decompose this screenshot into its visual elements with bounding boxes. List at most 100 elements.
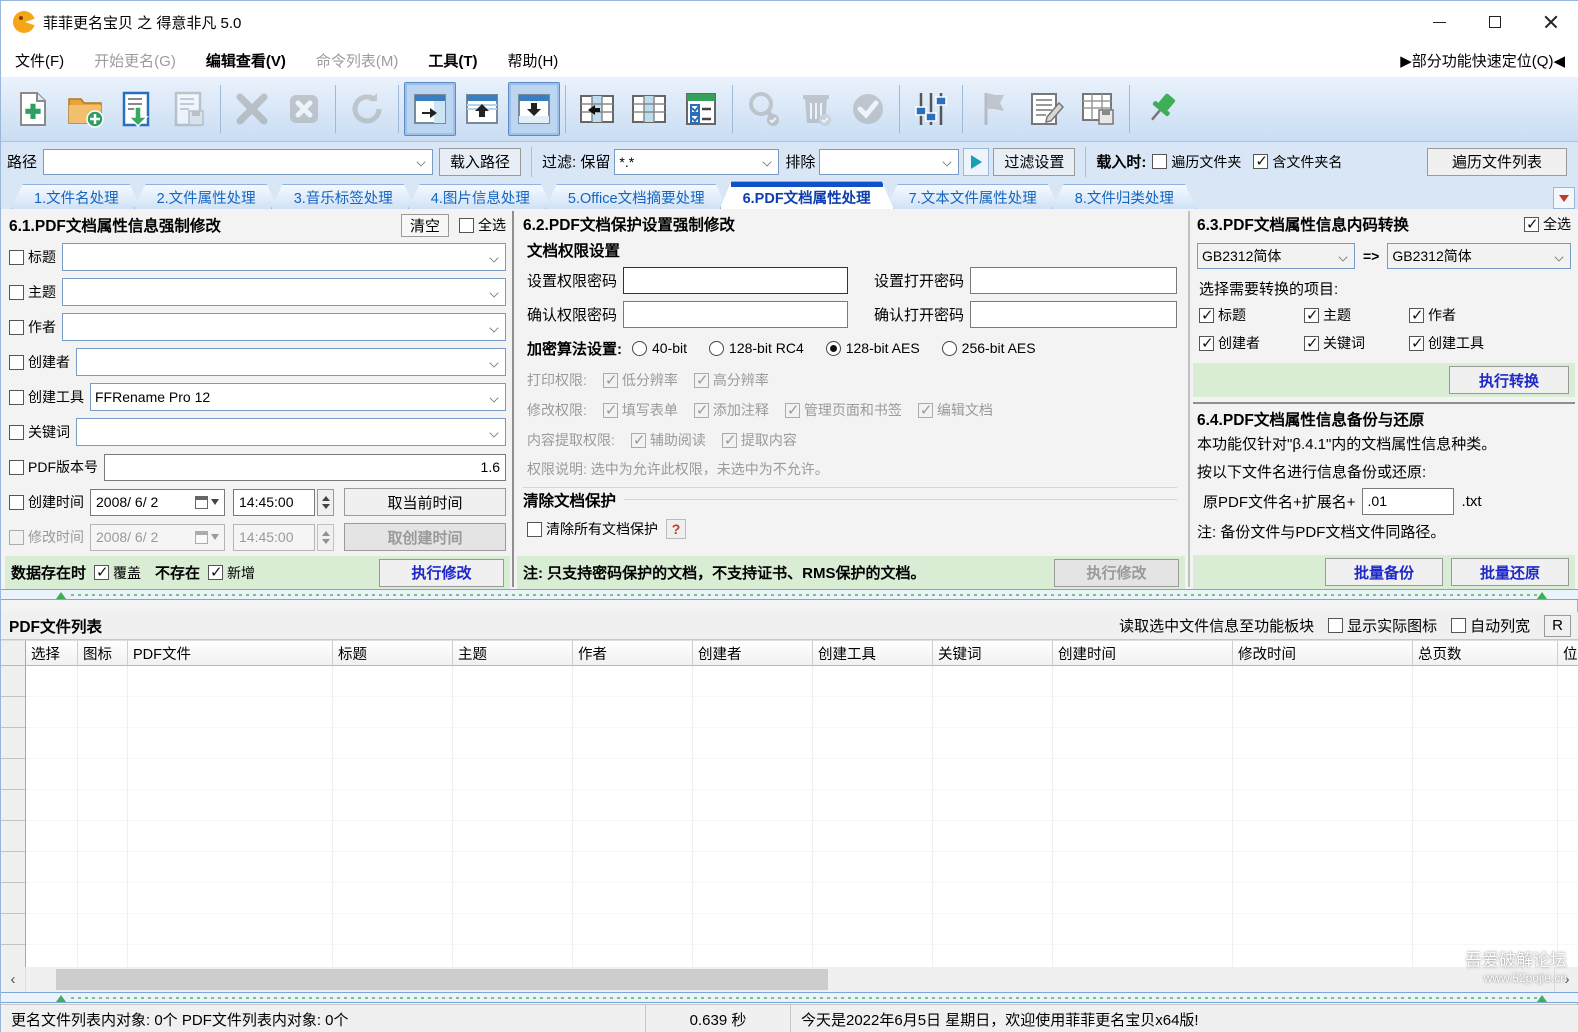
column-keywords[interactable]: 关键词 (933, 640, 1053, 666)
collapse-arrow-icon[interactable] (56, 592, 66, 599)
modify-date-picker[interactable]: 2008/ 6/ 2 (90, 524, 225, 551)
print-high-checkbox[interactable]: 高分辨率 (694, 370, 769, 390)
menu-tools[interactable]: 工具(T) (428, 50, 477, 71)
creator-tool-field-checkbox[interactable]: 创建工具 (9, 387, 84, 407)
fill-form-checkbox[interactable]: 填写表单 (603, 400, 678, 420)
create-time-checkbox[interactable]: 创建时间 (9, 492, 84, 512)
column-location[interactable]: 位置 (1558, 640, 1578, 666)
convert-creator-checkbox[interactable]: 创建者 (1199, 333, 1304, 353)
menu-help[interactable]: 帮助(H) (507, 50, 558, 71)
menu-edit-view[interactable]: 编辑查看(V) (206, 50, 286, 71)
convert-creator-tool-checkbox[interactable]: 创建工具 (1409, 333, 1484, 353)
author-field-checkbox[interactable]: 作者 (9, 317, 56, 337)
convert-title-checkbox[interactable]: 标题 (1199, 305, 1304, 325)
set-open-pwd-input[interactable] (970, 267, 1177, 294)
creator-field-checkbox[interactable]: 创建者 (9, 352, 70, 372)
creator-combobox[interactable] (76, 348, 506, 376)
move-column-left-button[interactable] (571, 82, 623, 136)
confirm-perm-pwd-input[interactable] (623, 301, 848, 328)
tab-text-file-attrs[interactable]: 7.文本文件属性处理 (886, 184, 1060, 209)
export-table-button[interactable] (1072, 82, 1124, 136)
modify-time-stepper[interactable] (317, 524, 334, 551)
auto-column-width-checkbox[interactable]: 自动列宽 (1451, 615, 1530, 636)
horizontal-splitter[interactable] (1, 589, 1578, 600)
panel-splitter[interactable] (512, 211, 514, 587)
load-path-button[interactable]: 载入路径 (439, 148, 521, 176)
keywords-field-checkbox[interactable]: 关键词 (9, 422, 70, 442)
add-file-button[interactable] (7, 82, 59, 136)
tab-file-classify[interactable]: 8.文件归类处理 (1052, 184, 1197, 209)
column-create-time[interactable]: 创建时间 (1053, 640, 1233, 666)
horizontal-scrollbar[interactable]: ‹ › (1, 967, 1578, 992)
tab-pdf-attrs[interactable]: 6.PDF文档属性处理 (720, 181, 894, 209)
backup-suffix-input[interactable]: .01 (1362, 488, 1454, 515)
collapse-arrow-icon[interactable] (1537, 592, 1547, 599)
column-select[interactable]: 选择 (26, 640, 78, 666)
radio-128bit-rc4[interactable]: 128-bit RC4 (709, 340, 804, 356)
menu-start-rename[interactable]: 开始更名(G) (94, 50, 176, 71)
help-button[interactable]: ? (666, 519, 686, 539)
maximize-button[interactable] (1467, 1, 1523, 43)
add-comment-checkbox[interactable]: 添加注释 (694, 400, 769, 420)
clear-list-button[interactable] (278, 82, 330, 136)
menu-file[interactable]: 文件(F) (15, 50, 64, 71)
radio-40bit[interactable]: 40-bit (632, 340, 687, 356)
tab-office-summary[interactable]: 5.Office文档摘要处理 (545, 184, 728, 209)
column-creator[interactable]: 创建者 (693, 640, 813, 666)
confirm-check-button[interactable] (842, 82, 894, 136)
tab-overflow-button[interactable] (1553, 187, 1575, 209)
panel-splitter[interactable] (1188, 211, 1190, 587)
creator-tool-combobox[interactable]: FFRename Pro 12 (90, 383, 506, 411)
execute-modify-62-button[interactable]: 执行修改 (1054, 559, 1179, 587)
scrollbar-thumb[interactable] (56, 969, 828, 990)
trash-button[interactable] (790, 82, 842, 136)
clear-fields-button[interactable]: 清空 (401, 214, 449, 237)
include-folder-name-checkbox[interactable]: 含文件夹名 (1253, 152, 1342, 172)
modify-time-input[interactable]: 14:45:00 (233, 524, 315, 551)
flag-button[interactable] (968, 82, 1020, 136)
import-list-button[interactable] (111, 82, 163, 136)
filter-sliders-button[interactable] (905, 82, 957, 136)
take-create-time-button[interactable]: 取创建时间 (344, 523, 506, 551)
pdf-version-input[interactable]: 1.6 (104, 454, 506, 481)
path-combobox[interactable] (43, 149, 433, 175)
column-total-pages[interactable]: 总页数 (1413, 640, 1558, 666)
overwrite-checkbox[interactable]: 覆盖 (94, 563, 141, 583)
column-pdf-file[interactable]: PDF文件 (128, 640, 333, 666)
refresh-button[interactable] (341, 82, 393, 136)
convert-author-checkbox[interactable]: 作者 (1409, 305, 1456, 325)
column-author[interactable]: 作者 (573, 640, 693, 666)
options-checklist-button[interactable] (675, 82, 727, 136)
title-combobox[interactable] (62, 243, 506, 271)
author-combobox[interactable] (62, 313, 506, 341)
edit-log-button[interactable] (1020, 82, 1072, 136)
tab-filename[interactable]: 1.文件名处理 (11, 184, 142, 209)
convert-keywords-checkbox[interactable]: 关键词 (1304, 333, 1409, 353)
manage-pages-checkbox[interactable]: 管理页面和书签 (785, 400, 902, 420)
execute-convert-button[interactable]: 执行转换 (1449, 366, 1569, 394)
column-icon[interactable]: 图标 (78, 640, 128, 666)
traverse-folders-checkbox[interactable]: 遍历文件夹 (1152, 152, 1241, 172)
confirm-open-pwd-input[interactable] (970, 301, 1177, 328)
create-time-stepper[interactable] (317, 489, 334, 516)
delete-item-button[interactable] (226, 82, 278, 136)
panel-top-toggle-button[interactable] (456, 82, 508, 136)
create-date-picker[interactable]: 2008/ 6/ 2 (90, 489, 225, 516)
pin-button[interactable] (1135, 82, 1187, 136)
modify-time-checkbox[interactable]: 修改时间 (9, 527, 84, 547)
column-title[interactable]: 标题 (333, 640, 453, 666)
panel-right-toggle-button[interactable] (404, 82, 456, 136)
scroll-left-button[interactable]: ‹ (1, 967, 26, 992)
tab-image-info[interactable]: 4.图片信息处理 (408, 184, 553, 209)
add-new-checkbox[interactable]: 新增 (208, 563, 255, 583)
search-button[interactable] (738, 82, 790, 136)
filter-keep-combobox[interactable]: *.* (614, 149, 779, 175)
encoding-to-combobox[interactable]: GB2312简体 (1387, 243, 1571, 269)
subject-combobox[interactable] (62, 278, 506, 306)
subject-field-checkbox[interactable]: 主题 (9, 282, 56, 302)
batch-restore-button[interactable]: 批量还原 (1451, 558, 1569, 586)
column-layout-button[interactable] (623, 82, 675, 136)
collapse-arrow-icon[interactable] (1537, 995, 1547, 1002)
column-modify-time[interactable]: 修改时间 (1233, 640, 1413, 666)
set-perm-pwd-input[interactable] (623, 267, 848, 294)
